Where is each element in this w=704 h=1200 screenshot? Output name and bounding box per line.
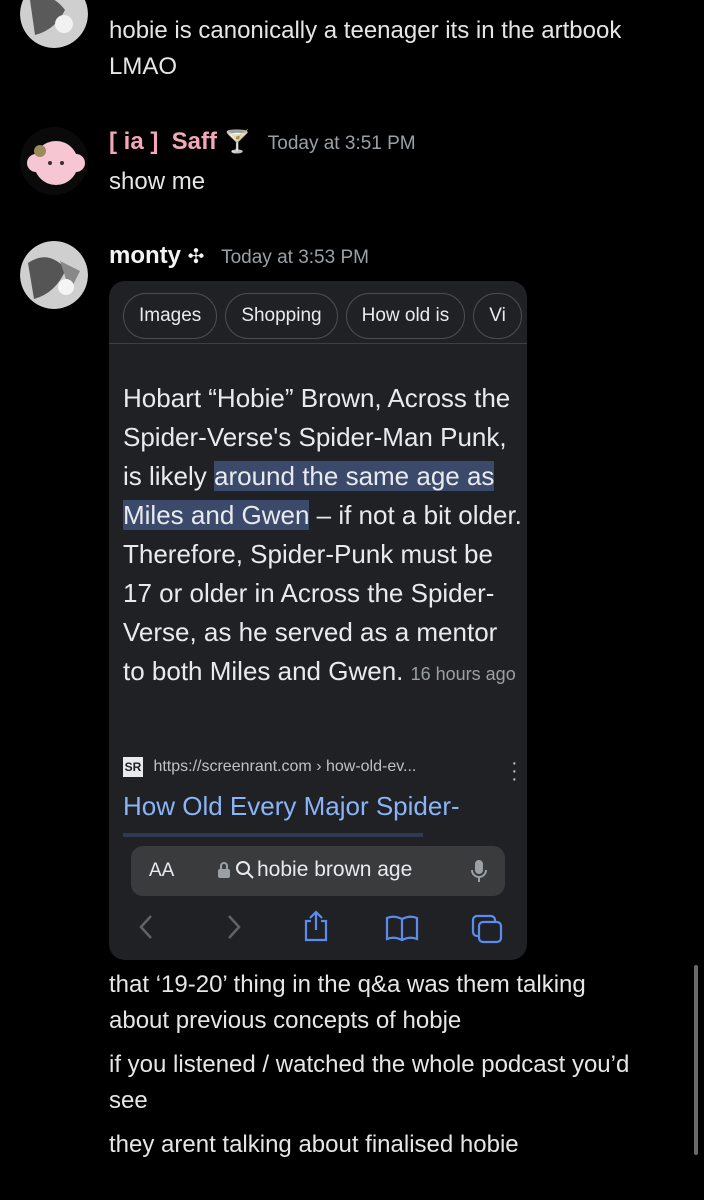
source-row: SR https://screenrant.com › how-old-ev..… xyxy=(123,752,523,790)
back-icon xyxy=(137,914,155,945)
avatar-monty[interactable] xyxy=(20,241,88,309)
browser-toolbar xyxy=(109,906,527,952)
attached-image[interactable]: Images Shopping How old is Vi Hobart “Hobie… xyxy=(109,281,527,960)
tabs-icon xyxy=(471,914,503,949)
address-bar: AA hobie brown age xyxy=(131,846,505,896)
featured-answer: Hobart “Hobie” Brown, Across the Spider-… xyxy=(123,379,523,694)
author-monty[interactable]: monty ✣ Today at 3:53 PM xyxy=(109,242,369,270)
reader-aa-label: AA xyxy=(149,860,175,881)
message-text: if you listened / watched the whole podc… xyxy=(109,1051,630,1078)
microphone-icon xyxy=(471,859,487,888)
message-text: show me xyxy=(109,168,206,195)
chip-shopping: Shopping xyxy=(225,293,338,339)
author-name[interactable]: monty xyxy=(109,242,181,269)
lock-icon xyxy=(217,861,231,884)
timestamp: Today at 3:51 PM xyxy=(267,133,416,154)
source-url: https://screenrant.com › how-old-ev... xyxy=(153,758,417,775)
author-name[interactable]: [ ia ] Saff xyxy=(109,128,217,155)
search-query: hobie brown age xyxy=(257,858,413,881)
result-title: How Old Every Major Spider- xyxy=(123,791,460,821)
message-text: see xyxy=(109,1087,148,1114)
screenrant-logo-icon: SR xyxy=(123,757,143,777)
cocktail-emoji-icon: 🍸 xyxy=(223,129,252,154)
author-saff[interactable]: [ ia ] Saff 🍸 Today at 3:51 PM xyxy=(109,128,416,156)
bookmarks-icon xyxy=(385,914,419,947)
more-options-icon: · · · xyxy=(511,752,518,790)
divider xyxy=(109,343,527,344)
timestamp: Today at 3:53 PM xyxy=(221,247,369,268)
message-text: they arent talking about finalised hobie xyxy=(109,1131,519,1158)
cross-symbol-icon: ✣ xyxy=(187,246,205,268)
message-text: LMAO xyxy=(109,53,178,80)
message-text: that ‘19-20’ thing in the q&a was them t… xyxy=(109,971,586,998)
result-title-cutoff xyxy=(123,833,423,837)
search-icon xyxy=(235,860,255,885)
message-text: hobie is canonically a teenager its in t… xyxy=(109,17,622,44)
chip-how-old-is: How old is xyxy=(345,293,466,339)
answer-age: 16 hours ago xyxy=(410,664,516,684)
search-chips: Images Shopping How old is Vi xyxy=(123,293,527,339)
chip-videos: Vi xyxy=(473,293,522,339)
message-text: about previous concepts of hobje xyxy=(109,1007,462,1034)
avatar-monty-top[interactable] xyxy=(20,0,88,48)
share-icon xyxy=(303,910,329,947)
scrollbar[interactable] xyxy=(694,965,698,1155)
forward-icon xyxy=(225,914,243,945)
avatar-saff[interactable] xyxy=(20,127,88,195)
chip-images: Images xyxy=(123,293,218,339)
